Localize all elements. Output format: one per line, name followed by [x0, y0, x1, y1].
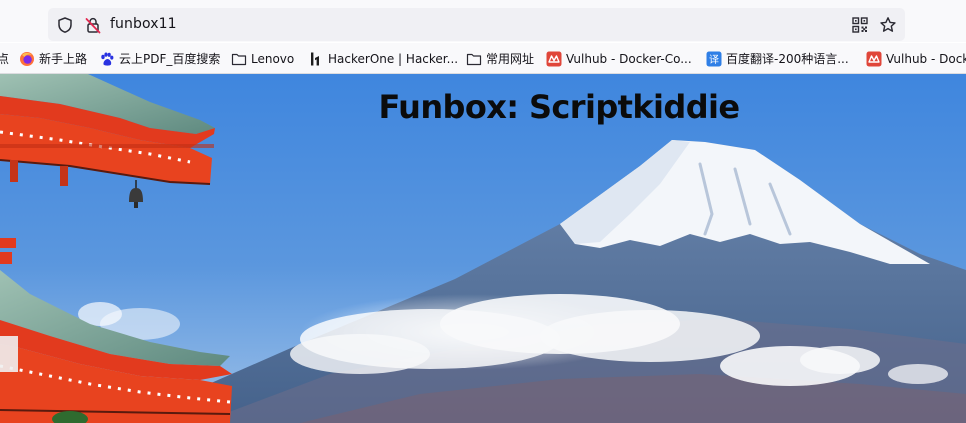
bookmark-item-hackerone[interactable]: HackerOne | Hacker...: [308, 43, 459, 73]
baidu-paw-icon: [101, 52, 114, 66]
bookmark-label: Vulhub - Docker-Co...: [566, 51, 692, 66]
bookmark-label: 新手上路: [39, 52, 88, 66]
bookmark-label: HackerOne | Hacker...: [328, 51, 459, 66]
shield-icon[interactable]: [56, 16, 74, 34]
bookmark-label: Lenovo: [251, 51, 295, 66]
page-title: Funbox: Scriptkiddie: [378, 88, 740, 126]
bookmark-star-icon[interactable]: [879, 16, 897, 34]
bookmark-folder-lenovo[interactable]: Lenovo: [231, 43, 295, 73]
bookmark-item-partial[interactable]: 点: [0, 43, 9, 73]
bookmark-item-vulhub-1[interactable]: Vulhub - Docker-Co...: [546, 43, 692, 73]
hackerone-icon: [311, 52, 319, 65]
translate-icon: 译: [706, 51, 722, 66]
bookmark-label: 常用网址: [486, 52, 535, 66]
insecure-connection-icon[interactable]: [84, 16, 102, 34]
qr-code-icon[interactable]: [851, 16, 869, 34]
page-content: Funbox: Scriptkiddie: [0, 74, 966, 423]
bookmark-item-baidu-pdf[interactable]: 云上PDF_百度搜索: [99, 43, 221, 73]
folder-icon: [466, 53, 482, 65]
bookmark-label: Vulhub - Dock: [886, 51, 966, 66]
bookmark-item-vulhub-2[interactable]: Vulhub - Dock: [866, 43, 966, 73]
hero-image: [0, 74, 966, 423]
vulhub-icon: [546, 51, 562, 66]
folder-icon: [231, 53, 247, 65]
url-text[interactable]: funbox11: [110, 16, 177, 32]
address-bar[interactable]: funbox11: [48, 8, 905, 41]
bookmark-item-baidu-translate[interactable]: 译 百度翻译-200种语言...: [706, 43, 849, 73]
vulhub-icon: [866, 51, 882, 66]
bookmark-label: 百度翻译-200种语言...: [726, 52, 849, 66]
bookmark-label: 云上PDF_百度搜索: [119, 52, 221, 66]
bookmark-item-getting-started[interactable]: 新手上路: [19, 43, 88, 73]
svg-text:译: 译: [709, 54, 719, 66]
bookmark-label: 点: [0, 50, 9, 67]
bookmarks-toolbar: 点 新手上路 云上PDF_百度搜索 Lenovo HackerOne | Ha: [0, 43, 966, 74]
firefox-icon: [20, 51, 34, 66]
bookmark-folder-common-sites[interactable]: 常用网址: [466, 43, 535, 73]
browser-toolbar: funbox11: [0, 0, 966, 42]
